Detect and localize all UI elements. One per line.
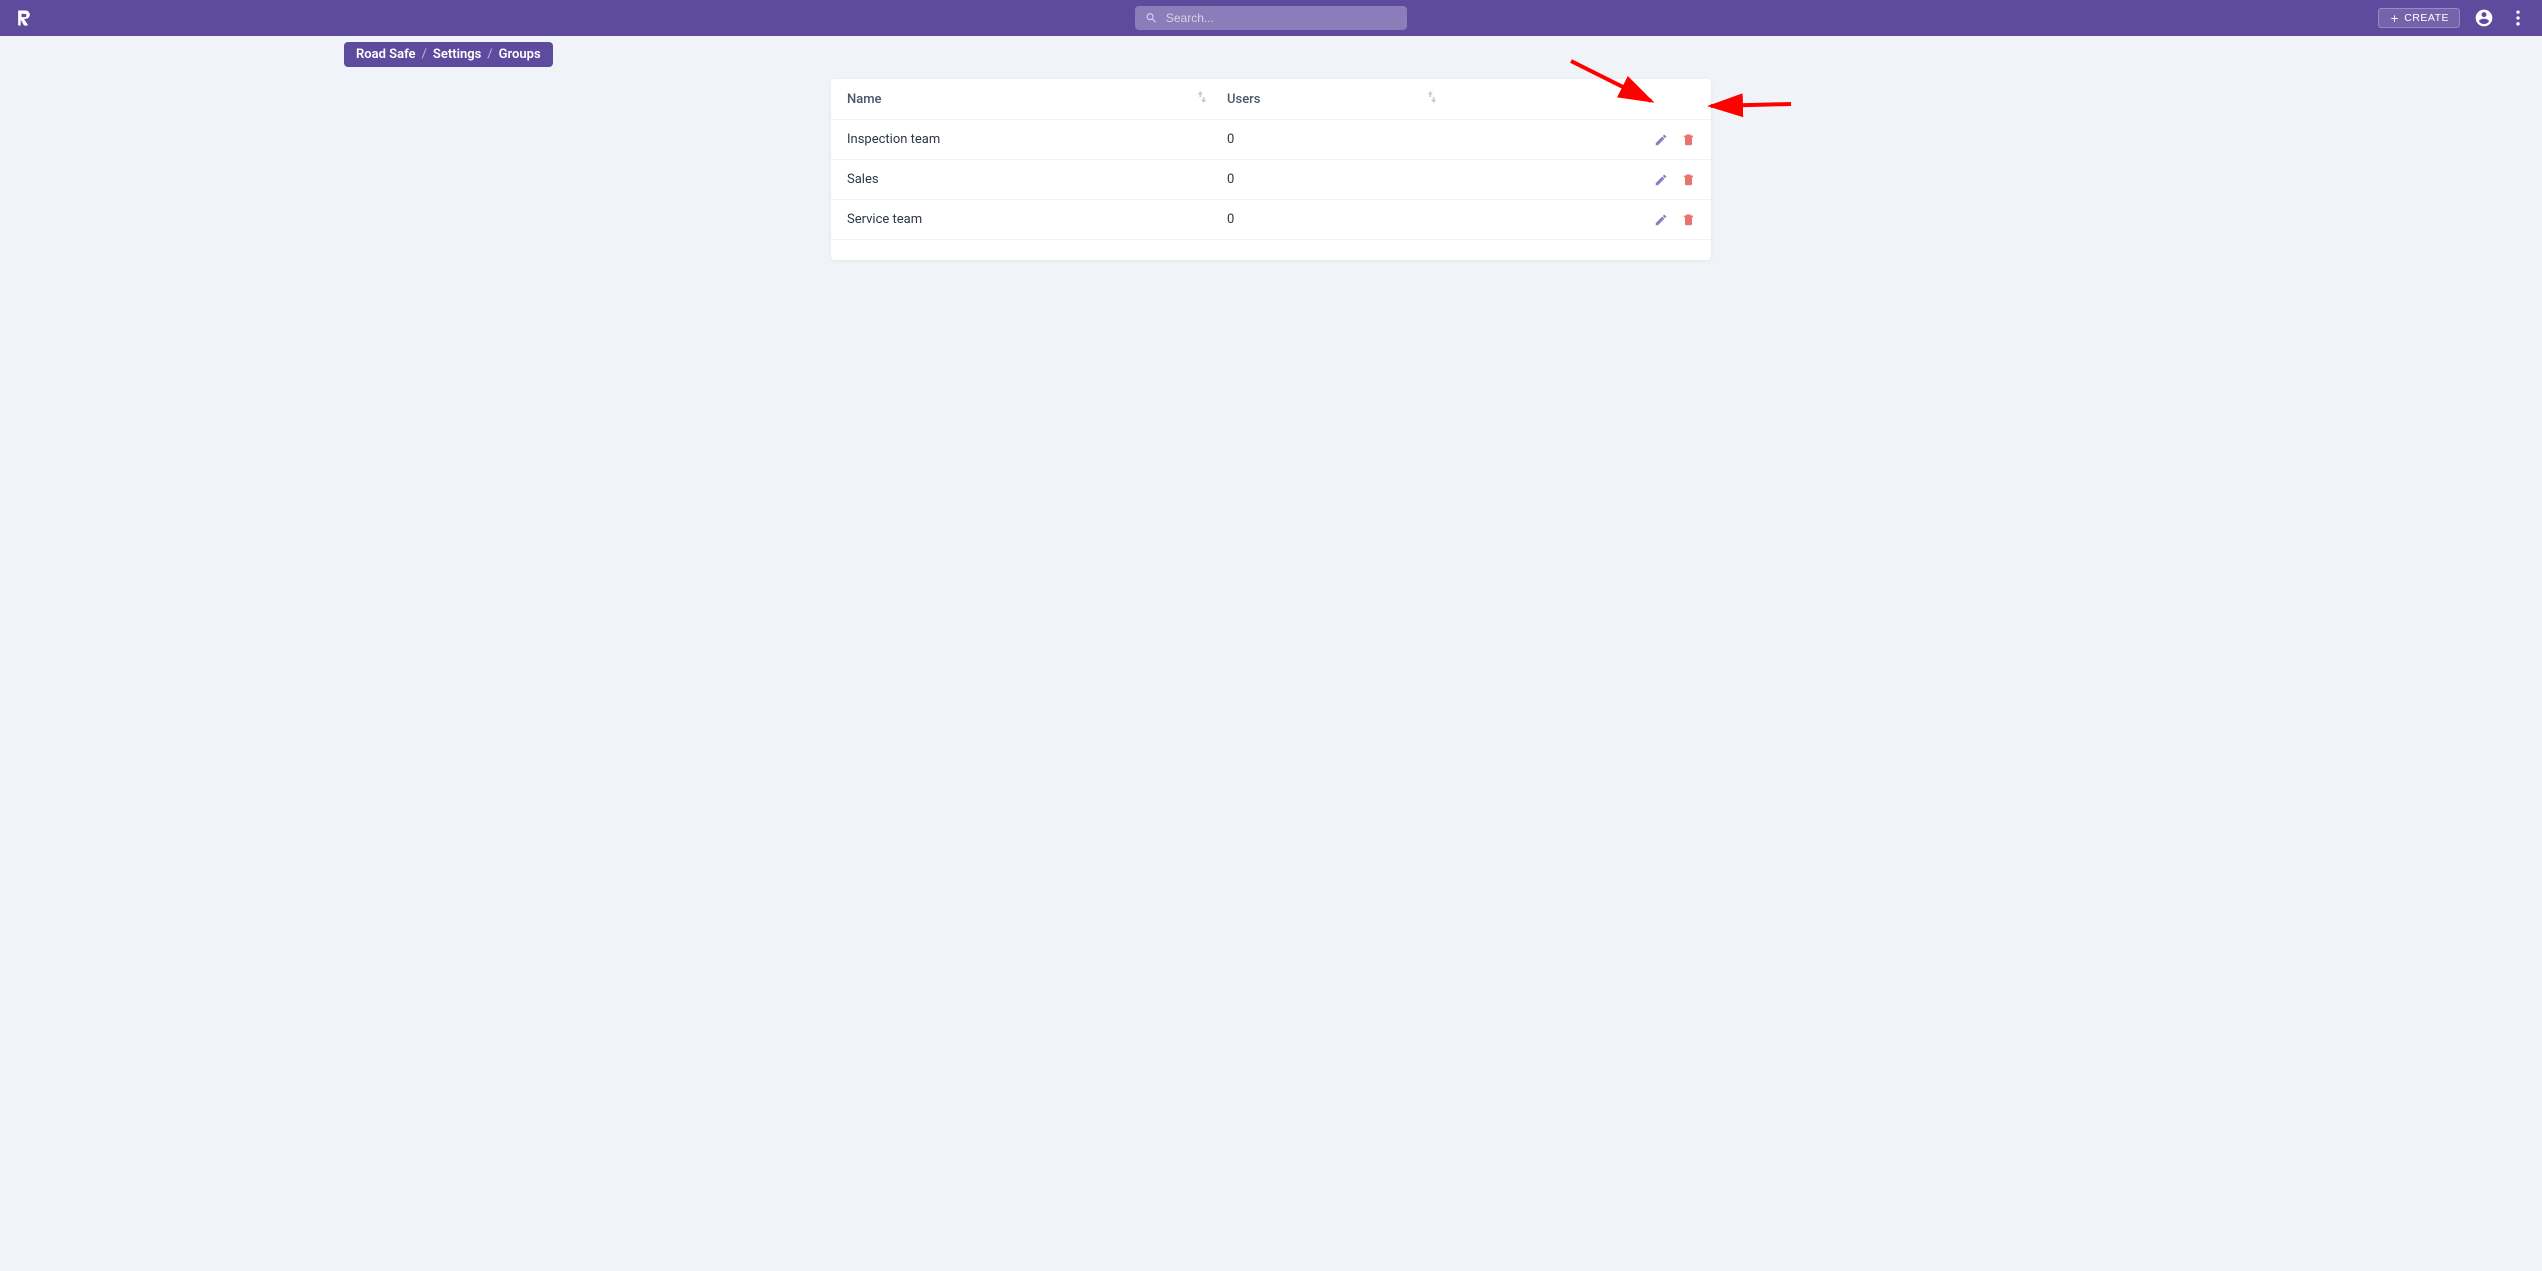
topbar: CREATE [0, 0, 2542, 36]
search-icon [1145, 11, 1158, 25]
more-vert-icon [2508, 8, 2528, 28]
delete-button[interactable] [1682, 133, 1695, 147]
delete-button[interactable] [1682, 173, 1695, 187]
create-button[interactable]: CREATE [2378, 8, 2460, 28]
cell-users: 0 [1227, 212, 1457, 227]
column-header-users-label: Users [1227, 92, 1260, 107]
breadcrumb-item-groups[interactable]: Groups [499, 47, 541, 62]
plus-icon [2389, 13, 2400, 24]
logo-icon [14, 8, 34, 28]
breadcrumb-wrap: Road Safe / Settings / Groups [0, 36, 2542, 67]
content: Name Users Inspection team 0 [831, 79, 1711, 280]
topbar-right: CREATE [2378, 8, 2528, 28]
groups-table-card: Name Users Inspection team 0 [831, 79, 1711, 260]
trash-icon [1682, 133, 1695, 146]
edit-button[interactable] [1654, 173, 1668, 187]
pencil-icon [1654, 213, 1668, 227]
edit-button[interactable] [1654, 133, 1668, 147]
cell-name: Inspection team [847, 132, 1227, 147]
app-logo[interactable] [14, 8, 34, 28]
column-header-users[interactable]: Users [1227, 91, 1457, 107]
table-row: Inspection team 0 [831, 120, 1711, 160]
search-input[interactable] [1166, 11, 1397, 25]
breadcrumb: Road Safe / Settings / Groups [344, 42, 553, 67]
account-circle-icon [2474, 8, 2494, 28]
breadcrumb-item-settings[interactable]: Settings [433, 47, 481, 62]
sort-icon[interactable] [1427, 91, 1437, 107]
create-button-label: CREATE [2404, 12, 2449, 24]
cell-users: 0 [1227, 172, 1457, 187]
edit-button[interactable] [1654, 213, 1668, 227]
trash-icon [1682, 213, 1695, 226]
column-header-name-label: Name [847, 92, 882, 107]
table-row: Service team 0 [831, 200, 1711, 240]
column-header-name[interactable]: Name [847, 91, 1227, 107]
row-actions [1457, 213, 1695, 227]
table-row: Sales 0 [831, 160, 1711, 200]
trash-icon [1682, 173, 1695, 186]
cell-users: 0 [1227, 132, 1457, 147]
table-header: Name Users [831, 79, 1711, 120]
row-actions [1457, 133, 1695, 147]
search-box[interactable] [1135, 6, 1407, 30]
more-menu-button[interactable] [2508, 8, 2528, 28]
cell-name: Sales [847, 172, 1227, 187]
sort-icon[interactable] [1197, 91, 1207, 107]
search-wrap [1135, 6, 1407, 30]
breadcrumb-separator: / [487, 47, 492, 62]
cell-name: Service team [847, 212, 1227, 227]
pencil-icon [1654, 133, 1668, 147]
breadcrumb-separator: / [422, 47, 427, 62]
row-actions [1457, 173, 1695, 187]
account-button[interactable] [2474, 8, 2494, 28]
delete-button[interactable] [1682, 213, 1695, 227]
pencil-icon [1654, 173, 1668, 187]
annotation-arrow-right [1701, 94, 1801, 128]
breadcrumb-item-roadsafe[interactable]: Road Safe [356, 47, 416, 62]
